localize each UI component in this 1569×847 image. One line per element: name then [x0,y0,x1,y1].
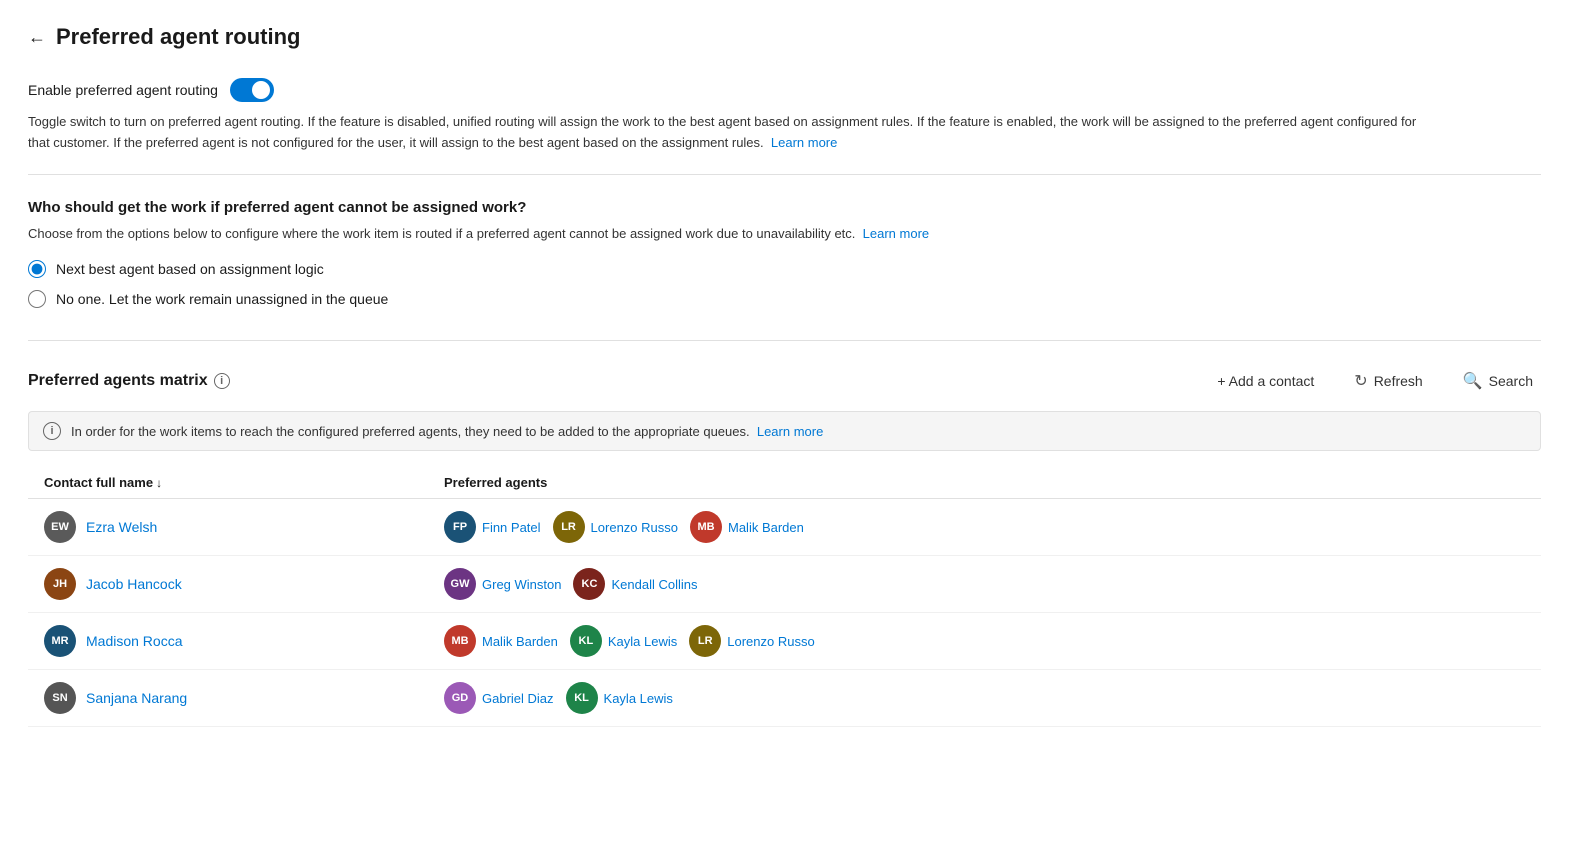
add-contact-label: + Add a contact [1217,373,1314,389]
matrix-section: Preferred agents matrix i + Add a contac… [28,365,1541,727]
refresh-label: Refresh [1374,373,1423,389]
agent-avatar: MB [444,625,476,657]
agent-avatar: LR [553,511,585,543]
agent-name: Malik Barden [482,634,558,649]
notice-bar: i In order for the work items to reach t… [28,411,1541,451]
agent-chip[interactable]: LR Lorenzo Russo [689,625,814,657]
agent-name: Lorenzo Russo [591,520,678,535]
radio-option-2[interactable]: No one. Let the work remain unassigned i… [28,290,1541,308]
contact-name[interactable]: Jacob Hancock [86,576,182,592]
radio-group: Next best agent based on assignment logi… [28,260,1541,308]
enable-label: Enable preferred agent routing [28,82,218,98]
agent-name: Malik Barden [728,520,804,535]
table-row: MR Madison Rocca MB Malik Barden KL Kayla Lew… [28,613,1541,670]
table-body: EWEzra WelshFPFinn PatelLRLorenzo RussoM… [28,499,1541,727]
radio-option-1[interactable]: Next best agent based on assignment logi… [28,260,1541,278]
agent-name: Finn Patel [482,520,541,535]
enable-toggle[interactable] [230,78,274,102]
agent-chip[interactable]: KL Kayla Lewis [566,682,673,714]
agent-avatar: KL [566,682,598,714]
contact-avatar: JH [44,568,76,600]
agent-name: Lorenzo Russo [727,634,814,649]
table-header: Contact full name ↓ Preferred agents [28,467,1541,499]
matrix-header: Preferred agents matrix i + Add a contac… [28,365,1541,397]
radio-label-1: Next best agent based on assignment logi… [56,261,324,277]
page-title: Preferred agent routing [56,24,300,50]
agent-avatar: FP [444,511,476,543]
contact-cell: JH Jacob Hancock [44,568,444,600]
refresh-button[interactable]: ↻ Refresh [1346,365,1430,397]
contact-cell: SN Sanjana Narang [44,682,444,714]
search-icon: 🔍 [1463,371,1483,391]
table-row: EW Ezra Welsh FP Finn Patel LR Lorenzo Russo M… [28,499,1541,556]
agent-chip[interactable]: MB Malik Barden [444,625,558,657]
contact-avatar: SN [44,682,76,714]
enable-row: Enable preferred agent routing [28,78,1541,102]
col-header-agents: Preferred agents [444,475,1525,490]
agent-name: Kayla Lewis [608,634,677,649]
contact-name[interactable]: Ezra Welsh [86,519,157,535]
contact-cell: MR Madison Rocca [44,625,444,657]
toggle-description: Toggle switch to turn on preferred agent… [28,112,1428,154]
contact-cell: EW Ezra Welsh [44,511,444,543]
notice-text: In order for the work items to reach the… [71,424,823,439]
agents-cell: GD Gabriel Diaz KL Kayla Lewis [444,682,1525,714]
page-container: ← Preferred agent routing Enable preferr… [0,0,1569,847]
routing-section: Who should get the work if preferred age… [28,199,1541,342]
routing-learn-more[interactable]: Learn more [863,226,929,241]
routing-title: Who should get the work if preferred age… [28,199,1541,216]
agents-cell: FP Finn Patel LR Lorenzo Russo MB Malik Barde… [444,511,1525,543]
sort-icon: ↓ [156,476,162,490]
agent-avatar: GD [444,682,476,714]
radio-input-2[interactable] [28,290,46,308]
agent-chip[interactable]: GW Greg Winston [444,568,561,600]
agent-avatar: MB [690,511,722,543]
radio-input-1[interactable] [28,260,46,278]
agent-name: Kayla Lewis [604,691,673,706]
agent-name: Gabriel Diaz [482,691,554,706]
agent-chip[interactable]: GD Gabriel Diaz [444,682,554,714]
notice-icon: i [43,422,61,440]
matrix-actions: + Add a contact ↻ Refresh 🔍 Search [1203,365,1541,397]
matrix-info-icon[interactable]: i [214,373,230,389]
refresh-icon: ↻ [1354,371,1367,391]
agent-name: Greg Winston [482,577,561,592]
radio-label-2: No one. Let the work remain unassigned i… [56,291,388,307]
agent-chip[interactable]: FP Finn Patel [444,511,541,543]
agent-avatar: KC [573,568,605,600]
agent-chip[interactable]: MB Malik Barden [690,511,804,543]
table-row: JH Jacob Hancock GW Greg Winston KC Kendall C… [28,556,1541,613]
contact-name[interactable]: Madison Rocca [86,633,183,649]
toggle-slider[interactable] [230,78,274,102]
agent-chip[interactable]: KC Kendall Collins [573,568,697,600]
contact-avatar: MR [44,625,76,657]
agent-avatar: KL [570,625,602,657]
page-header: ← Preferred agent routing [28,24,1541,50]
routing-description: Choose from the options below to configu… [28,224,1428,245]
toggle-section: Enable preferred agent routing Toggle sw… [28,78,1541,175]
agents-cell: MB Malik Barden KL Kayla Lewis LR Lorenzo Rus… [444,625,1525,657]
col-header-contact: Contact full name ↓ [44,475,444,490]
agents-cell: GW Greg Winston KC Kendall Collins [444,568,1525,600]
contact-avatar: EW [44,511,76,543]
contact-name[interactable]: Sanjana Narang [86,690,187,706]
back-button[interactable]: ← [28,27,46,48]
notice-learn-more[interactable]: Learn more [757,424,823,439]
agent-avatar: GW [444,568,476,600]
search-button[interactable]: 🔍 Search [1455,365,1541,397]
agent-chip[interactable]: KL Kayla Lewis [570,625,677,657]
toggle-learn-more[interactable]: Learn more [771,135,837,150]
agent-name: Kendall Collins [611,577,697,592]
table-row: SN Sanjana Narang GD Gabriel Diaz KL Kayla Le… [28,670,1541,727]
add-contact-button[interactable]: + Add a contact [1203,367,1322,395]
agent-chip[interactable]: LR Lorenzo Russo [553,511,678,543]
matrix-title: Preferred agents matrix [28,372,208,390]
search-label: Search [1489,373,1533,389]
agent-avatar: LR [689,625,721,657]
matrix-title-row: Preferred agents matrix i [28,372,230,390]
